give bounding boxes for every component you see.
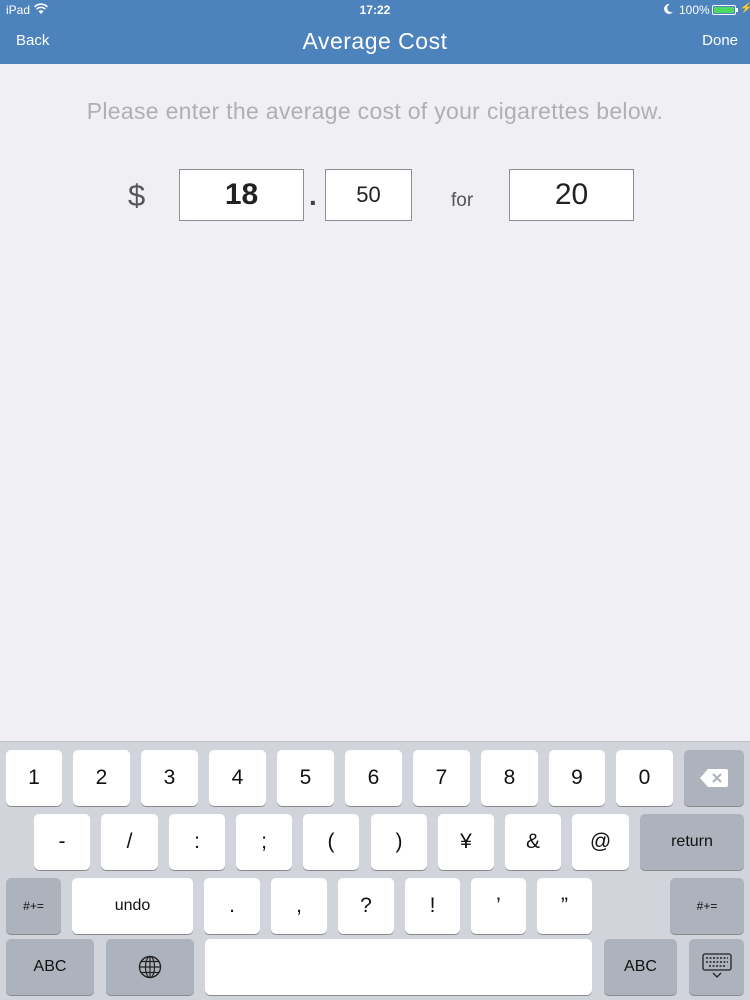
key-comma[interactable]: , (271, 878, 327, 934)
key-3[interactable]: 3 (141, 750, 198, 806)
battery-icon (712, 5, 738, 15)
key-5[interactable]: 5 (277, 750, 334, 806)
moon-icon (664, 4, 673, 14)
symbols-key-right[interactable]: #+= (670, 878, 744, 934)
key-4[interactable]: 4 (209, 750, 266, 806)
key-question[interactable]: ? (338, 878, 394, 934)
key-close-paren[interactable]: ) (371, 814, 427, 870)
status-bar: iPad 17:22 100% ⚡ (0, 0, 750, 20)
currency-symbol: $ (128, 178, 146, 213)
key-slash[interactable]: / (101, 814, 158, 870)
dollars-input[interactable]: 18 (179, 169, 304, 221)
backspace-key[interactable] (684, 750, 744, 806)
key-apostrophe[interactable]: ’ (471, 878, 526, 934)
status-battery-percent: 100% (679, 3, 710, 17)
cents-input[interactable]: 50 (325, 169, 412, 221)
key-0[interactable]: 0 (616, 750, 673, 806)
key-ampersand[interactable]: & (505, 814, 561, 870)
key-quote[interactable]: ” (537, 878, 592, 934)
key-open-paren[interactable]: ( (303, 814, 359, 870)
globe-key[interactable] (106, 939, 194, 995)
key-2[interactable]: 2 (73, 750, 130, 806)
abc-key-right[interactable]: ABC (604, 939, 677, 995)
key-semicolon[interactable]: ; (236, 814, 292, 870)
key-at[interactable]: @ (572, 814, 629, 870)
keyboard-dismiss-icon (701, 953, 732, 978)
keyboard: 1 2 3 4 5 6 7 8 9 0 - / : ; ( ) ¥ & @ re… (0, 741, 750, 1000)
key-yen[interactable]: ¥ (438, 814, 494, 870)
decimal-point: . (309, 180, 317, 211)
space-bar[interactable] (205, 939, 592, 995)
return-key[interactable]: return (640, 814, 744, 870)
key-hyphen[interactable]: - (34, 814, 90, 870)
page-title: Average Cost (302, 28, 448, 54)
key-6[interactable]: 6 (345, 750, 402, 806)
key-1[interactable]: 1 (6, 750, 62, 806)
instruction-text: Please enter the average cost of your ci… (86, 98, 664, 124)
status-time: 17:22 (359, 3, 391, 17)
key-colon[interactable]: : (169, 814, 225, 870)
globe-icon (138, 955, 162, 979)
key-period[interactable]: . (204, 878, 260, 934)
pack-size-input[interactable]: 20 (509, 169, 634, 221)
abc-key-left[interactable]: ABC (6, 939, 94, 995)
symbols-key-left[interactable]: #+= (6, 878, 61, 934)
key-9[interactable]: 9 (549, 750, 605, 806)
for-label: for (451, 190, 474, 211)
dismiss-keyboard-key[interactable] (689, 939, 744, 995)
done-button[interactable]: Done (702, 32, 738, 49)
key-8[interactable]: 8 (481, 750, 538, 806)
key-exclamation[interactable]: ! (405, 878, 460, 934)
charging-bolt-icon: ⚡ (740, 3, 750, 14)
navigation-bar: iPad 17:22 100% ⚡ Back Average Cost Done (0, 0, 750, 64)
backspace-icon (700, 769, 728, 787)
key-7[interactable]: 7 (413, 750, 470, 806)
undo-key[interactable]: undo (72, 878, 193, 934)
